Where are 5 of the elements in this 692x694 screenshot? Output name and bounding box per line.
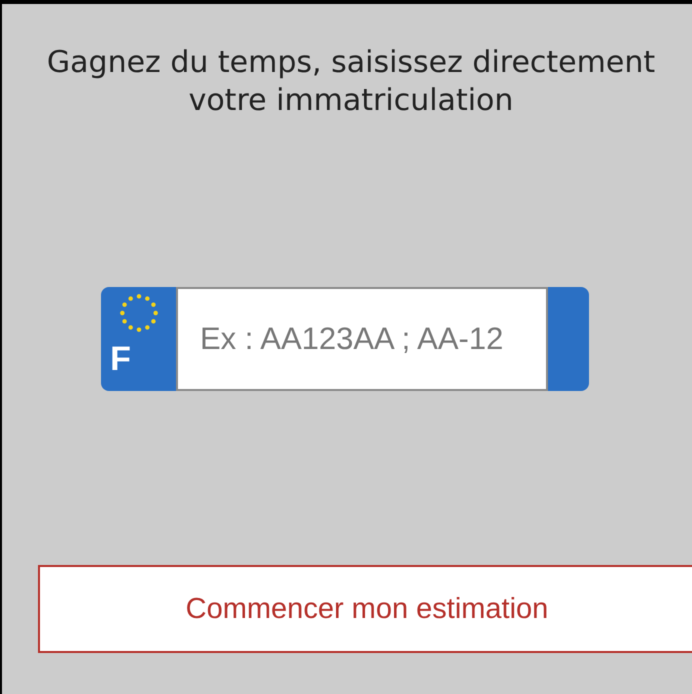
heading: Gagnez du temps, saisissez directement votre immatriculation: [46, 44, 656, 119]
start-estimate-button[interactable]: Commencer mon estimation: [38, 565, 692, 653]
star-ring-icon: [118, 293, 158, 333]
country-code: F: [110, 339, 131, 379]
plate-input-field[interactable]: Ex : AA123AA ; AA-12: [176, 287, 548, 391]
